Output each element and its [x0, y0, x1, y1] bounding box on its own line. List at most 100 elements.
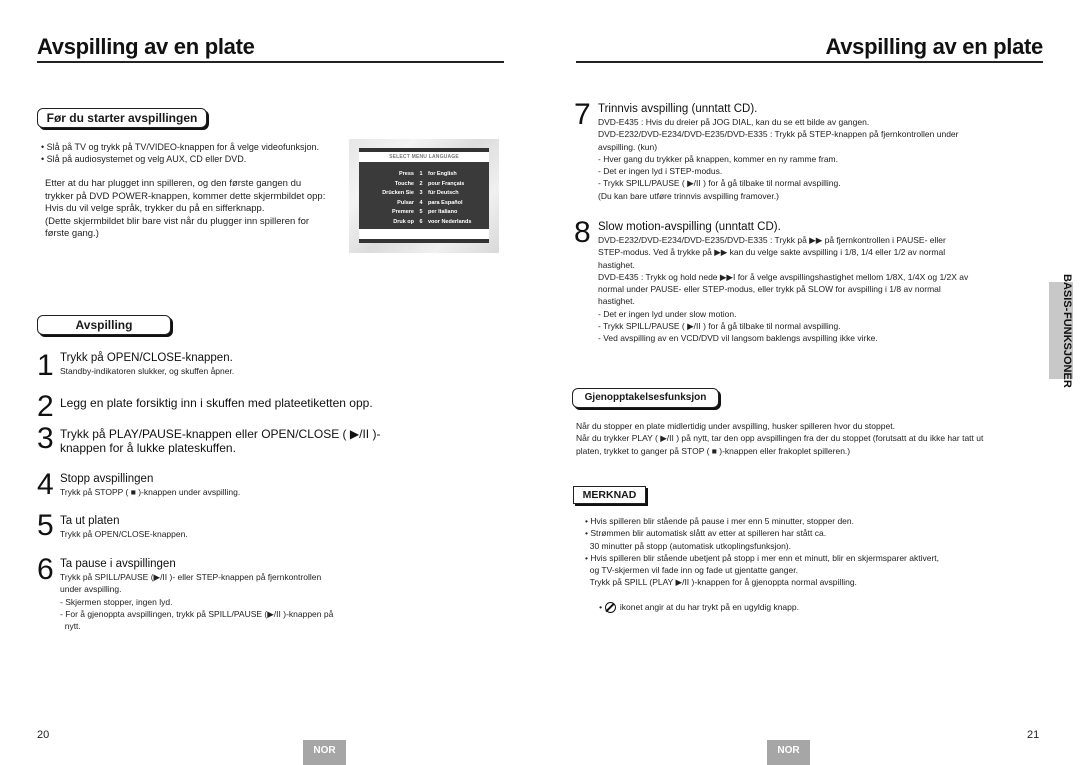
language-name: para Español: [428, 199, 463, 206]
note-line: og TV-skjermen vil fade inn og fade ut g…: [585, 565, 798, 576]
prohibited-icon: [604, 602, 616, 614]
section-side-tab: BASIS- FUNKSJONER: [1049, 274, 1073, 388]
note-line: • ikonet angir at du har trykt på en ugy…: [585, 589, 939, 626]
step-detail: DVD-E435 : Hvis du dreier på JOG DIAL, k…: [598, 117, 870, 127]
page-number-right: 21: [1027, 729, 1040, 741]
paragraph-line: Etter at du har plugget inn spilleren, o…: [45, 178, 302, 189]
language-number: 5: [419, 209, 423, 215]
before-start-paragraph: Etter at du har plugget inn spilleren, o…: [45, 178, 325, 241]
screen-body: Press 1 for English Touche 2 pour Français Drü…: [359, 162, 489, 229]
resume-text: Når du stopper en plate midlertidig unde…: [576, 420, 983, 457]
step-4: Stopp avspillingen Trykk på STOPP ( ■ )-…: [60, 472, 240, 498]
language-option-row: Touche 2 pour Français: [359, 180, 489, 190]
note-line: • Strømmen blir automatisk slått av ette…: [585, 528, 827, 539]
resume-line: platen, trykket to ganger på STOP ( ■ )-…: [576, 445, 851, 456]
note-list: • Hvis spilleren blir stående på pause i…: [585, 515, 939, 626]
step-heading: Trykk på OPEN/CLOSE-knappen.: [60, 352, 233, 364]
note-line: Trykk på SPILL (PLAY ▶/II )-knappen for …: [585, 577, 857, 588]
paragraph-line: trykker på DVD POWER-knappen, kommer det…: [45, 190, 326, 202]
language-number: 2: [419, 180, 423, 187]
language-number: 6: [419, 218, 423, 225]
step-detail: - Hver gang du trykker på knappen, komme…: [598, 153, 838, 164]
step-6: Ta pause i avspillingen Trykk på SPILL/P…: [60, 557, 333, 632]
step-2: Legg en plate forsiktig inn i skuffen me…: [60, 396, 373, 410]
step-number: 8: [574, 216, 591, 249]
step-detail: nytt.: [60, 621, 81, 632]
language-option-row: Druk op 6 voor Nederlands: [359, 218, 489, 228]
page-number-left: 20: [37, 729, 50, 741]
step-heading: Trinnvis avspilling (unntatt CD).: [598, 103, 758, 115]
note-line: • Hvis spilleren blir stående ubetjent p…: [585, 552, 939, 563]
bullet: •: [599, 602, 605, 613]
step-detail: Standby-indikatoren slukker, og skuffen …: [60, 366, 235, 376]
language-press-label: Press: [399, 171, 414, 177]
language-press-label: Touche: [394, 180, 414, 187]
step-number: 4: [37, 468, 54, 501]
step-detail: Trykk på STOPP ( ■ )-knappen under avspi…: [60, 487, 241, 497]
step-detail: Trykk på SPILL/PAUSE (▶/II )- eller STEP…: [60, 572, 322, 582]
step-number: 5: [37, 509, 54, 542]
step-detail: - Det er ingen lyd i STEP-modus.: [598, 166, 723, 177]
note-line: 30 minutter på stopp (automatisk utkopli…: [585, 540, 791, 551]
step-1: Trykk på OPEN/CLOSE-knappen. Standby-ind…: [60, 351, 234, 377]
step-number: 7: [574, 98, 591, 131]
step-detail: (Du kan bare utføre trinnvis avspilling …: [598, 190, 779, 201]
step-detail: hastighet.: [598, 296, 635, 307]
step-number: 6: [37, 553, 54, 586]
step-detail: - Det er ingen lyd under slow motion.: [598, 308, 737, 319]
note-line: • Hvis spilleren blir stående på pause i…: [585, 516, 854, 526]
language-name: für Deutsch: [428, 190, 459, 196]
language-name: per Italiano: [428, 209, 458, 215]
step-detail: - Trykk SPILL/PAUSE ( ▶/II ) for å gå ti…: [598, 178, 841, 189]
language-press-label: Pulsar: [397, 199, 414, 206]
side-tab-line: BASIS-: [1061, 274, 1073, 312]
step-detail: normal under PAUSE- eller STEP-modus, el…: [598, 284, 941, 295]
language-option-row: Drücken Sie 3 für Deutsch: [359, 189, 489, 199]
language-screen-image: SELECT MENU LANGUAGE Press 1 for English To…: [349, 139, 499, 253]
page-title-right: Avspilling av en plate: [825, 34, 1043, 59]
screen-footer: [359, 229, 489, 239]
section-heading-resume: Gjenopptakelsesfunksjon: [572, 388, 719, 408]
language-name: for English: [428, 171, 457, 177]
page-title-left: Avspilling av en plate: [37, 34, 255, 59]
bullet-item: • Slå på TV og trykk på TV/VIDEO-knappen…: [41, 142, 319, 152]
step-heading: Legg en plate forsiktig inn i skuffen me…: [60, 396, 373, 410]
step-detail: - Trykk SPILL/PAUSE ( ▶/II ) for å gå ti…: [598, 321, 841, 332]
step-heading: Stopp avspillingen: [60, 473, 154, 485]
before-start-bullets: • Slå på TV og trykk på TV/VIDEO-knappen…: [41, 141, 319, 166]
step-heading: Ta pause i avspillingen: [60, 558, 176, 570]
language-name: pour Français: [428, 180, 465, 187]
paragraph-line: første gang.): [45, 228, 99, 239]
step-number: 1: [37, 349, 54, 382]
step-number: 2: [37, 390, 54, 423]
step-heading: Trykk på PLAY/PAUSE-knappen eller OPEN/C…: [60, 427, 381, 441]
step-detail: - Ved avspilling av en VCD/DVD vil langs…: [598, 333, 878, 344]
step-detail: Trykk på OPEN/CLOSE-knappen.: [60, 529, 188, 539]
step-5: Ta ut platen Trykk på OPEN/CLOSE-knappen…: [60, 514, 188, 540]
language-number: 4: [419, 199, 423, 206]
step-8: Slow motion-avspilling (unntatt CD). DVD…: [598, 220, 968, 345]
step-detail: - Skjermen stopper, ingen lyd.: [60, 596, 173, 607]
paragraph-line: (Dette skjermbildet blir bare vist når d…: [45, 215, 310, 227]
screen-bottom-bar: [359, 239, 489, 243]
title-rule-right: [576, 61, 1043, 63]
step-detail: DVD-E435 : Trykk og hold nede ▶▶I for å …: [598, 271, 969, 282]
language-number: 1: [419, 171, 423, 177]
language-option-row: Press 1 for English: [359, 170, 489, 180]
title-rule-left: [37, 61, 504, 63]
step-detail: avspilling. (kun): [598, 141, 658, 152]
step-detail: DVD-E232/DVD-E234/DVD-E235/DVD-E335 : Tr…: [598, 129, 959, 140]
section-heading-before-start: Før du starter avspillingen: [37, 108, 207, 128]
screen-header: SELECT MENU LANGUAGE: [359, 152, 489, 162]
note-text: ikonet angir at du har trykt på en ugyld…: [617, 602, 799, 613]
language-name: voor Nederlands: [428, 218, 472, 225]
language-badge-left: NOR: [303, 740, 346, 765]
resume-line: Når du trykker PLAY ( ▶/II ) på nytt, ta…: [576, 433, 984, 444]
paragraph-line: Hvis du vil velge språk, trykker du på e…: [45, 203, 265, 214]
side-tab-label: BASIS- FUNKSJONER: [1050, 274, 1073, 387]
step-detail: - For å gjenoppta avspillingen, trykk på…: [60, 608, 334, 619]
language-press-label: Drücken Sie: [382, 190, 414, 196]
bullet-item: • Slå på audiosystemet og velg AUX, CD e…: [41, 154, 247, 165]
step-detail: STEP-modus. Ved å trykke på ▶▶ kan du ve…: [598, 247, 946, 258]
step-detail: under avspilling.: [60, 584, 122, 595]
